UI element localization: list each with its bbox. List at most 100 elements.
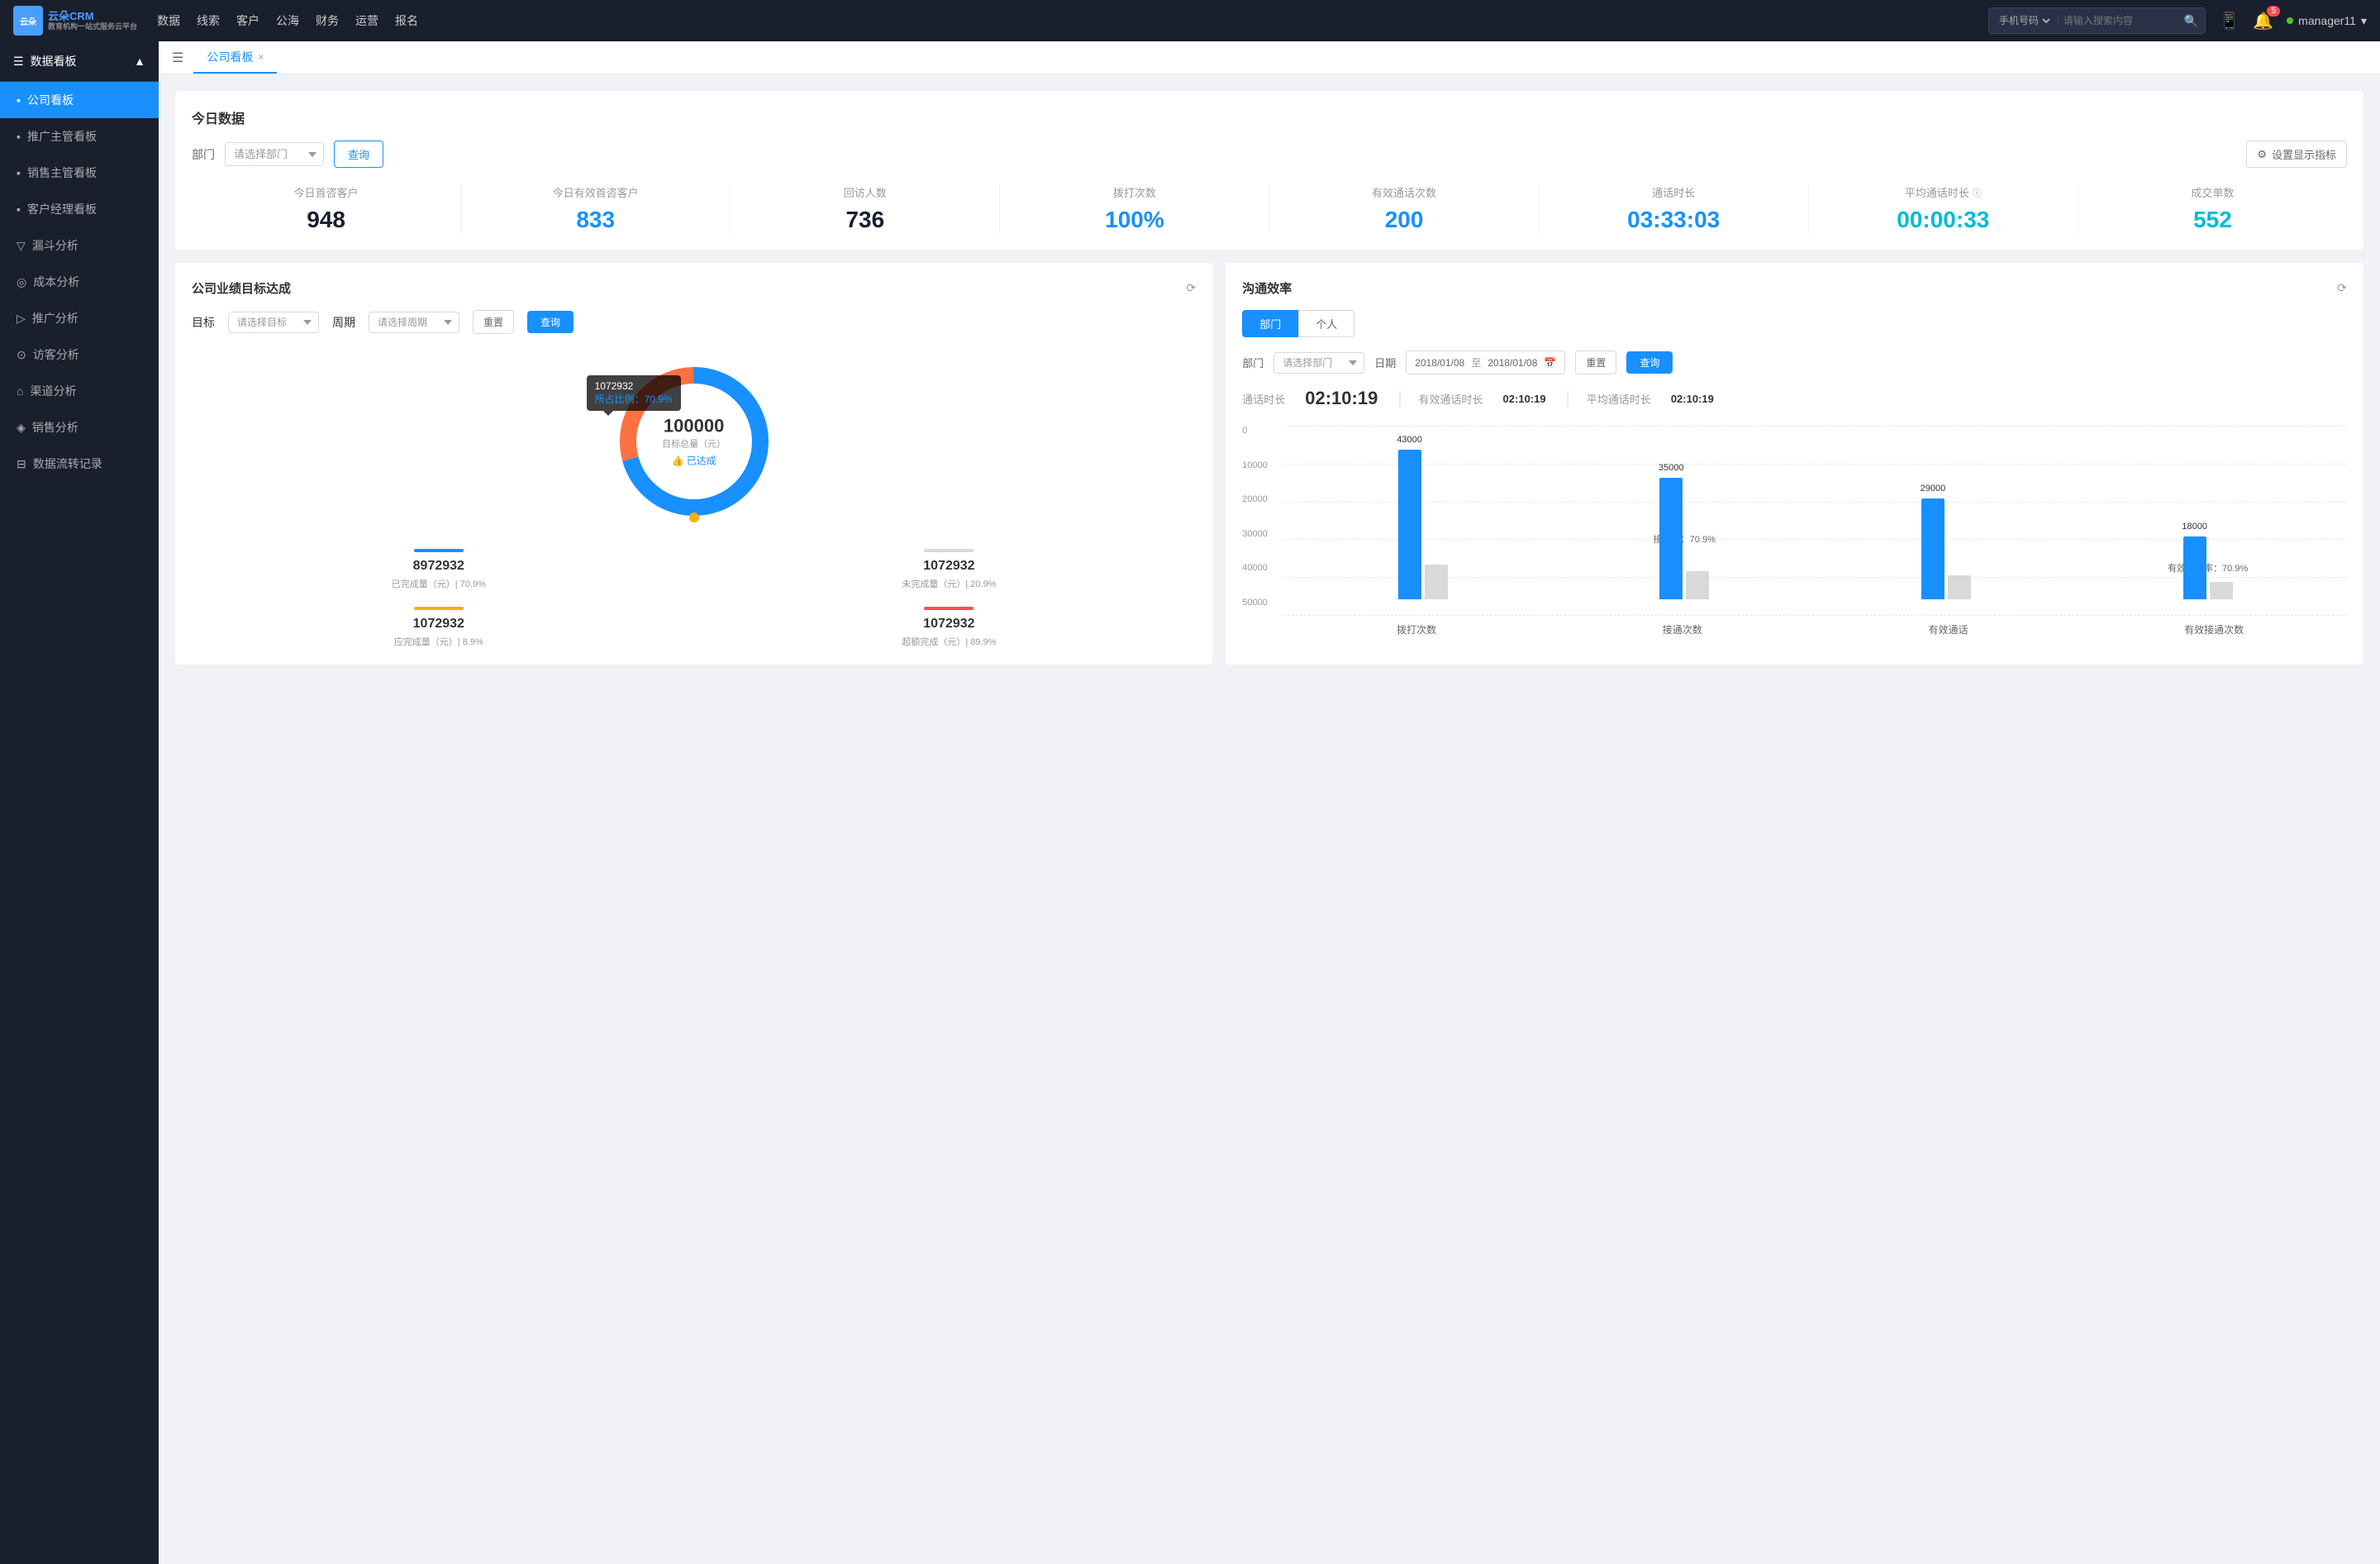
donut-center: 100000 目标总量（元） 👍 已达成 [662, 416, 726, 468]
sidebar-item-3[interactable]: ▪客户经理看板 [0, 191, 159, 227]
y-label-20000: 20000 [1242, 494, 1268, 504]
search-type-select[interactable]: 手机号码 [1996, 14, 2053, 27]
eff-time-value: 02:10:19 [1503, 393, 1546, 405]
username: manager11 [2298, 14, 2356, 27]
search-icon[interactable]: 🔍 [2184, 14, 2198, 28]
settings-icon: ⚙ [2257, 148, 2267, 161]
sidebar-section-data[interactable]: ☰ 数据看板 ▲ [0, 41, 159, 82]
donut-tooltip: 1072932 所占比例：70.9% [587, 375, 681, 411]
x-label-2: 有效通话 [1816, 622, 2082, 637]
metric-bar-2 [414, 607, 464, 610]
bell-icon[interactable]: 🔔 5 [2253, 11, 2273, 31]
target-row: 目标 请选择目标 周期 请选择周期 重置 查询 [192, 310, 1196, 334]
search-box[interactable]: 手机号码 🔍 [1988, 7, 2206, 34]
user-chevron: ▾ [2361, 14, 2367, 28]
metric-label-3: 超额完成（元）| 89.9% [702, 635, 1197, 648]
bar-top-label-1-0: 35000 [1659, 463, 1684, 473]
bar-group-0: 43000 [1292, 450, 1554, 599]
sidebar-item-5[interactable]: ◎成本分析 [0, 264, 159, 300]
stat-label-7: 成交单数 [2078, 184, 2347, 200]
donut-chart: 1072932 所占比例：70.9% [603, 350, 785, 532]
user-info[interactable]: manager11 ▾ [2287, 14, 2367, 28]
sidebar-icon-10: ⊟ [17, 457, 26, 471]
filter-left: 部门 请选择部门 查询 [192, 141, 383, 168]
today-section: 今日数据 部门 请选择部门 查询 ⚙ 设置显示指标 今日首咨客户 [175, 91, 2363, 250]
search-input[interactable] [2063, 15, 2179, 26]
tab-close[interactable]: × [258, 51, 264, 63]
settings-btn[interactable]: ⚙ 设置显示指标 [2246, 141, 2347, 168]
dept-select[interactable]: 请选择部门 [225, 142, 324, 166]
sidebar-item-6[interactable]: ▷推广分析 [0, 300, 159, 336]
calendar-icon: 📅 [1544, 357, 1556, 369]
nav-item-财务[interactable]: 财务 [316, 9, 339, 32]
sidebar-label-4: 漏斗分析 [32, 237, 79, 254]
sidebar-item-1[interactable]: ▪推广主管看板 [0, 118, 159, 155]
nav-item-报名[interactable]: 报名 [395, 9, 418, 32]
bar-top-label-2-0: 29000 [1921, 484, 1946, 494]
panels-row: 公司业绩目标达成 ⟳ 目标 请选择目标 周期 请选择周期 重置 查询 [175, 263, 2363, 665]
tablet-icon[interactable]: 📱 [2219, 11, 2240, 31]
date-range[interactable]: 2018/01/08 至 2018/01/08 📅 [1406, 350, 1565, 374]
sidebar-icon-6: ▷ [17, 312, 26, 326]
section-title-today: 今日数据 [192, 107, 2347, 127]
menu-icon[interactable]: ☰ [172, 50, 183, 66]
perf-reset-btn[interactable]: 重置 [473, 310, 514, 334]
nav-item-运营[interactable]: 运营 [355, 9, 378, 32]
sidebar-section-icon: ☰ [13, 55, 24, 69]
comm-reset-btn[interactable]: 重置 [1575, 350, 1616, 374]
bar-group-3: 有效接通率：70.9%18000 [2077, 536, 2339, 599]
metric-label-1: 未完成量（元）| 20.9% [702, 577, 1197, 590]
panel-title-perf: 公司业绩目标达成 [192, 279, 291, 297]
tab-label: 公司看板 [207, 49, 253, 65]
stat-item-2: 回访人数 736 [731, 184, 999, 233]
sidebar-item-10[interactable]: ⊟数据流转记录 [0, 446, 159, 482]
performance-panel: 公司业绩目标达成 ⟳ 目标 请选择目标 周期 请选择周期 重置 查询 [175, 263, 1212, 665]
perf-query-btn[interactable]: 查询 [527, 311, 574, 333]
panel-header-perf: 公司业绩目标达成 ⟳ [192, 279, 1196, 297]
tab-company-board[interactable]: 公司看板 × [193, 41, 277, 74]
tab-btn-dept[interactable]: 部门 [1242, 310, 1298, 337]
target-select[interactable]: 请选择目标 [228, 312, 319, 333]
stat-value-2: 736 [731, 207, 999, 233]
logo: 云朵 云朵CRM 教育机构一站式服务云平台 [13, 6, 137, 36]
nav-item-公海[interactable]: 公海 [276, 9, 299, 32]
metric-value-2: 1072932 [192, 617, 686, 632]
period-select[interactable]: 请选择周期 [369, 312, 459, 333]
tab-btn-person[interactable]: 个人 [1298, 310, 1354, 337]
nav-right: 手机号码 🔍 📱 🔔 5 manager11 ▾ [1988, 7, 2367, 34]
bar-2-1 [1948, 575, 1971, 599]
stat-item-5: 通话时长 03:33:03 [1540, 184, 1808, 233]
period-label: 周期 [332, 314, 355, 331]
bar-3-1 [2210, 582, 2233, 599]
nav-item-数据[interactable]: 数据 [157, 9, 180, 32]
nav-items: 数据线索客户公海财务运营报名 [157, 9, 1968, 32]
sidebar-item-2[interactable]: ▪销售主管看板 [0, 155, 159, 191]
sidebar-item-8[interactable]: ⌂渠道分析 [0, 373, 159, 409]
nav-item-线索[interactable]: 线索 [197, 9, 220, 32]
refresh-icon-perf[interactable]: ⟳ [1187, 281, 1197, 295]
refresh-icon-comm[interactable]: ⟳ [2337, 281, 2347, 295]
metric-value-0: 8972932 [192, 559, 686, 574]
panel-header-comm: 沟通效率 ⟳ [1242, 279, 2347, 297]
comm-query-btn[interactable]: 查询 [1626, 351, 1673, 374]
stat-value-4: 200 [1270, 207, 1539, 233]
sidebar-label-7: 访客分析 [33, 346, 79, 363]
metric-item-0: 8972932 已完成量（元）| 70.9% [192, 549, 686, 590]
tab-bar: ☰ 公司看板 × [159, 41, 2380, 74]
donut-label: 目标总量（元） [662, 437, 726, 451]
sidebar-item-4[interactable]: ▽漏斗分析 [0, 227, 159, 264]
tooltip-percent: 所占比例：70.9% [595, 392, 673, 406]
panel-title-comm: 沟通效率 [1242, 279, 1292, 297]
bar-top-label-3-0: 18000 [2182, 522, 2207, 532]
nav-item-客户[interactable]: 客户 [236, 9, 259, 32]
date-sep: 至 [1471, 355, 1481, 370]
sidebar-item-0[interactable]: ▪公司看板 [0, 82, 159, 118]
comm-filter-row: 部门 请选择部门 日期 2018/01/08 至 2018/01/08 📅 重置 [1242, 350, 2347, 374]
today-query-btn[interactable]: 查询 [334, 141, 383, 168]
sidebar-item-9[interactable]: ◈销售分析 [0, 409, 159, 446]
metric-item-2: 1072932 应完成量（元）| 8.9% [192, 607, 686, 648]
comm-dept-select[interactable]: 请选择部门 [1273, 352, 1364, 374]
bar-3-0: 18000 [2183, 536, 2206, 599]
stat-item-4: 有效通话次数 200 [1270, 184, 1539, 233]
sidebar-item-7[interactable]: ⊙访客分析 [0, 336, 159, 373]
